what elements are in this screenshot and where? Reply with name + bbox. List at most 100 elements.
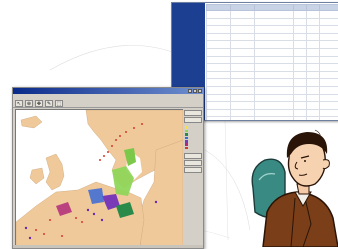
table-cell	[294, 33, 307, 41]
draw-tool-icon[interactable]: ✎	[45, 100, 53, 107]
table-cell	[207, 102, 231, 110]
table-row[interactable]	[207, 56, 338, 64]
table-cell	[254, 117, 294, 121]
table-cell	[230, 26, 254, 34]
table-cell	[320, 18, 338, 26]
select-tool-icon[interactable]: ⬚	[55, 100, 63, 107]
table-row[interactable]	[207, 41, 338, 49]
side-panel-button[interactable]	[184, 153, 202, 159]
table-row[interactable]	[207, 79, 338, 87]
table-cell	[207, 26, 231, 34]
table-cell	[230, 48, 254, 56]
table-cell	[294, 109, 307, 117]
table-cell	[254, 33, 294, 41]
pointer-tool-icon[interactable]: ↖	[15, 100, 23, 107]
table-cell	[230, 79, 254, 87]
cartoon-man-illustration	[245, 128, 338, 247]
table-cell	[254, 64, 294, 72]
table-cell	[294, 11, 307, 19]
close-button[interactable]	[198, 89, 202, 93]
table-cell	[230, 71, 254, 79]
table-cell	[294, 18, 307, 26]
table-cell	[320, 79, 338, 87]
table-cell	[207, 33, 231, 41]
legend-swatch	[185, 133, 188, 136]
pan-tool-icon[interactable]: ✥	[35, 100, 43, 107]
table-cell	[230, 56, 254, 64]
table-row[interactable]	[207, 86, 338, 94]
table-cell	[307, 94, 320, 102]
table-cell	[254, 18, 294, 26]
table-row[interactable]	[207, 117, 338, 121]
table-cell	[320, 33, 338, 41]
table-cell	[307, 33, 320, 41]
table-cell	[320, 109, 338, 117]
table-cell	[294, 94, 307, 102]
side-panel-button[interactable]	[184, 160, 202, 166]
legend-swatch	[185, 140, 188, 143]
table-cell	[307, 48, 320, 56]
maximize-button[interactable]	[193, 89, 197, 93]
table-cell	[320, 64, 338, 72]
table-cell	[307, 109, 320, 117]
table-cell	[320, 71, 338, 79]
table-row[interactable]	[207, 18, 338, 26]
table-cell	[320, 117, 338, 121]
table-cell	[254, 86, 294, 94]
table-cell	[207, 94, 231, 102]
side-panel-button[interactable]	[184, 110, 202, 116]
table-cell	[230, 41, 254, 49]
table-cell	[294, 26, 307, 34]
map-side-panel	[183, 109, 203, 245]
table-row[interactable]	[207, 109, 338, 117]
table-cell	[307, 64, 320, 72]
table-row[interactable]	[207, 26, 338, 34]
table-cell	[307, 86, 320, 94]
table-cell	[320, 41, 338, 49]
side-panel-button[interactable]	[184, 117, 202, 123]
europe-map[interactable]	[15, 109, 184, 247]
table-row[interactable]	[207, 48, 338, 56]
window-title-bar[interactable]	[13, 88, 203, 94]
table-cell	[207, 11, 231, 19]
legend-swatch	[185, 143, 188, 146]
table-cell	[254, 48, 294, 56]
table-cell	[307, 102, 320, 110]
table-cell	[207, 117, 231, 121]
table-cell	[294, 71, 307, 79]
minimize-button[interactable]	[188, 89, 192, 93]
table-cell	[230, 86, 254, 94]
table-cell	[230, 18, 254, 26]
table-cell	[230, 64, 254, 72]
table-cell	[207, 79, 231, 87]
table-row[interactable]	[207, 71, 338, 79]
table-cell	[320, 102, 338, 110]
map-toolbar: ↖ ⊕ ✥ ✎ ⬚	[13, 99, 203, 108]
table-cell	[307, 18, 320, 26]
table-cell	[254, 41, 294, 49]
table-cell	[207, 109, 231, 117]
table-row[interactable]	[207, 64, 338, 72]
legend-swatch	[185, 130, 188, 133]
table-cell	[254, 56, 294, 64]
table-cell	[254, 11, 294, 19]
table-row[interactable]	[207, 94, 338, 102]
table-cell	[294, 64, 307, 72]
europe-map-graphic	[16, 110, 183, 246]
table-cell	[307, 117, 320, 121]
table-row[interactable]	[207, 102, 338, 110]
table-cell	[254, 26, 294, 34]
table-cell	[207, 48, 231, 56]
map-legend	[183, 126, 203, 150]
table-cell	[307, 56, 320, 64]
table-cell	[254, 79, 294, 87]
table-cell	[320, 94, 338, 102]
side-panel-button[interactable]	[184, 167, 202, 173]
table-cell	[230, 94, 254, 102]
table-row[interactable]	[207, 33, 338, 41]
map-application-window: ↖ ⊕ ✥ ✎ ⬚	[12, 87, 204, 249]
table-nav-item[interactable]	[172, 3, 205, 9]
table-cell	[307, 11, 320, 19]
zoom-tool-icon[interactable]: ⊕	[25, 100, 33, 107]
table-row[interactable]	[207, 11, 338, 19]
